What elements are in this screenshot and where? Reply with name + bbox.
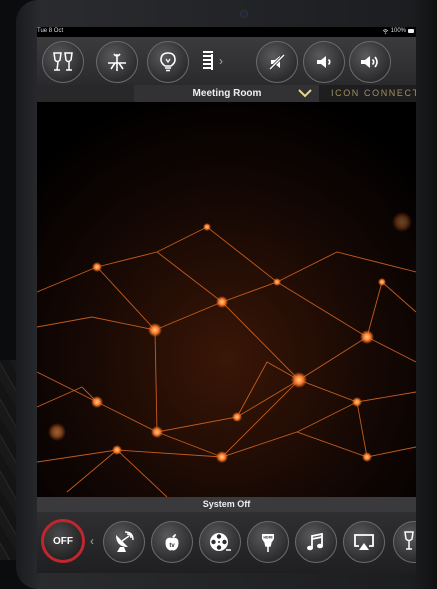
battery-percent: 100% [390, 28, 406, 34]
source-airplay-button[interactable] [343, 521, 385, 563]
lightbulb-icon [160, 52, 176, 72]
film-reel-icon [210, 533, 231, 551]
source-bar-button[interactable] [393, 521, 416, 563]
dining-icon [108, 53, 126, 71]
network-lines-graphic [37, 102, 416, 498]
hdmi-cable-icon: HDMI [262, 534, 274, 552]
power-off-label: OFF [53, 535, 73, 547]
svg-text:tv: tv [169, 543, 175, 549]
room-selector[interactable]: Meeting Room [134, 85, 320, 102]
source-satellite-button[interactable] [103, 521, 145, 563]
chevron-down-icon[interactable] [297, 87, 313, 99]
source-music-button[interactable] [295, 521, 337, 563]
volume-up-button[interactable] [349, 41, 391, 83]
chevron-left-icon[interactable]: ‹ [90, 534, 94, 548]
top-toolbar: › [37, 37, 416, 85]
source-hdmi-button[interactable]: HDMI [247, 521, 289, 563]
status-date: Tue 8 Oct [37, 28, 64, 34]
blinds-icon [203, 51, 213, 70]
volume-up-icon [361, 56, 378, 68]
wine-glass-icon [404, 531, 414, 550]
airplay-icon [354, 534, 374, 550]
apple-tv-icon: tv [165, 534, 179, 551]
power-off-button[interactable]: OFF [41, 519, 85, 563]
mute-icon [268, 53, 286, 71]
music-note-icon [307, 532, 323, 551]
scene-button[interactable] [42, 41, 84, 83]
mute-button[interactable] [256, 41, 298, 83]
wifi-icon [382, 28, 388, 34]
volume-down-icon [317, 56, 331, 68]
battery-icon [408, 29, 414, 33]
tablet-screen: Tue 8 Oct 100% › Meeting Room ICON CONNE… [37, 27, 416, 573]
source-apple-tv-button[interactable]: tv [151, 521, 193, 563]
chevron-right-icon[interactable]: › [219, 54, 223, 68]
brand-logo: ICON CONNECT [319, 85, 416, 102]
wallpaper-network-image [37, 102, 416, 498]
lighting-button[interactable] [147, 41, 189, 83]
system-status: System Off [37, 497, 416, 512]
source-bar: OFF ‹ tv HDMI [37, 512, 416, 573]
room-bar: Meeting Room ICON CONNECT [37, 85, 416, 102]
svg-text:HDMI: HDMI [264, 536, 273, 540]
room-name: Meeting Room [192, 88, 262, 99]
status-bar: Tue 8 Oct 100% [37, 27, 416, 37]
blinds-button[interactable] [201, 50, 215, 72]
source-movies-button[interactable] [199, 521, 241, 563]
satellite-dish-icon [116, 531, 134, 552]
cheers-glasses-icon [53, 52, 73, 71]
dining-button[interactable] [96, 41, 138, 83]
front-camera [241, 11, 247, 17]
volume-down-button[interactable] [303, 41, 345, 83]
